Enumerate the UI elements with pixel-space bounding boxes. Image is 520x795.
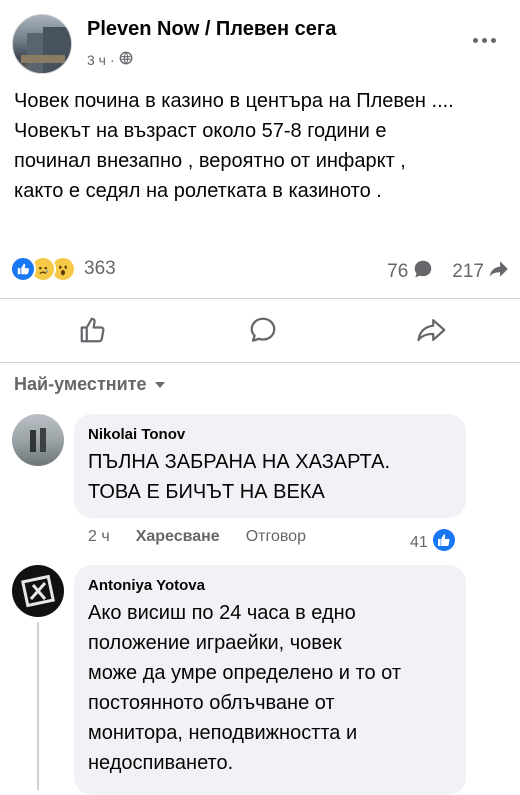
comments-stat[interactable]: 76	[387, 258, 434, 286]
share-button[interactable]	[412, 312, 452, 352]
post-text-line: Човекът на възраст около 57-8 години е	[14, 120, 387, 142]
thread-line	[37, 622, 39, 790]
commenter-avatar[interactable]	[12, 565, 64, 617]
like-icon	[10, 256, 36, 282]
share-arrow-icon	[488, 258, 510, 286]
more-options-button[interactable]	[466, 30, 502, 50]
globe-icon	[119, 51, 133, 68]
reactions-count: 363	[84, 258, 116, 279]
comment-likes-count: 41	[410, 533, 428, 551]
comment-bubble-icon	[412, 258, 434, 286]
comment-bubble: Antoniya Yotova Ако висиш по 24 часа в е…	[74, 565, 466, 795]
comment-text-line: постоянното облъчване от	[88, 692, 335, 714]
reactions-summary[interactable]: 363	[10, 256, 116, 282]
like-button[interactable]	[73, 312, 113, 352]
comment-text-line: Ако висиш по 24 часа в едно	[88, 602, 356, 624]
comment-bubble: Nikolai Tonov ПЪЛНА ЗАБРАНА НА ХАЗАРТА. …	[74, 414, 466, 518]
comment-text-line: ПЪЛНА ЗАБРАНА НА ХАЗАРТА.	[88, 451, 391, 473]
comment-likes[interactable]: 41	[410, 528, 456, 557]
comment-text-line: може да умре определено и то от	[88, 662, 401, 684]
share-icon	[416, 315, 448, 350]
page-avatar[interactable]	[12, 14, 72, 74]
comment-text-line: положение играейки, човек	[88, 632, 342, 654]
post-meta: 3 ч ·	[87, 51, 133, 68]
post-text-line: както е седял на ролетката в казиното .	[14, 180, 382, 202]
dot-icon	[481, 37, 487, 43]
dot-icon	[472, 37, 478, 43]
like-icon	[432, 528, 456, 557]
comment-reply-button[interactable]: Отговор	[246, 528, 306, 546]
post-time[interactable]: 3 ч	[87, 52, 106, 68]
comment-author[interactable]: Nikolai Tonov	[88, 426, 452, 443]
caret-down-icon	[153, 374, 167, 395]
comment-text-line: ТОВА Е БИЧЪТ НА ВЕКА	[88, 481, 325, 503]
divider	[0, 298, 520, 299]
comment-text: ПЪЛНА ЗАБРАНА НА ХАЗАРТА. ТОВА Е БИЧЪТ Н…	[88, 447, 452, 507]
shares-stat[interactable]: 217	[452, 258, 510, 286]
comment-button[interactable]	[243, 312, 283, 352]
post-stats: 76 217	[373, 258, 510, 286]
page-name[interactable]: Pleven Now / Плевен сега	[87, 18, 336, 41]
comment-like-button[interactable]: Харесване	[136, 528, 220, 546]
post-text: Човек почина в казино в центъра на Плеве…	[14, 86, 514, 206]
divider	[0, 362, 520, 363]
comments-sort-dropdown[interactable]: Най-уместните	[14, 374, 167, 395]
shares-count: 217	[452, 261, 484, 282]
comments-sort-label: Най-уместните	[14, 374, 147, 394]
comment-author[interactable]: Antoniya Yotova	[88, 577, 452, 594]
meta-separator: ·	[109, 51, 115, 68]
post-text-line: Човек почина в казино в центъра на Плеве…	[14, 90, 454, 112]
avatar-logo-icon	[21, 574, 55, 608]
comment-actions: 2 ч Харесване Отговор	[88, 528, 306, 546]
comment-icon	[248, 315, 278, 350]
thumbs-up-icon	[78, 315, 108, 350]
post-text-line: починал внезапно , вероятно от инфаркт ,	[14, 150, 406, 172]
comment-time[interactable]: 2 ч	[88, 528, 110, 546]
comment-text: Ако висиш по 24 часа в едно положение иг…	[88, 598, 452, 778]
comments-count: 76	[387, 261, 409, 282]
dot-icon	[490, 37, 496, 43]
comment-text-line: недоспиването.	[88, 752, 234, 774]
comment-text-line: монитора, неподвижността и	[88, 722, 358, 744]
commenter-avatar[interactable]	[12, 414, 64, 466]
